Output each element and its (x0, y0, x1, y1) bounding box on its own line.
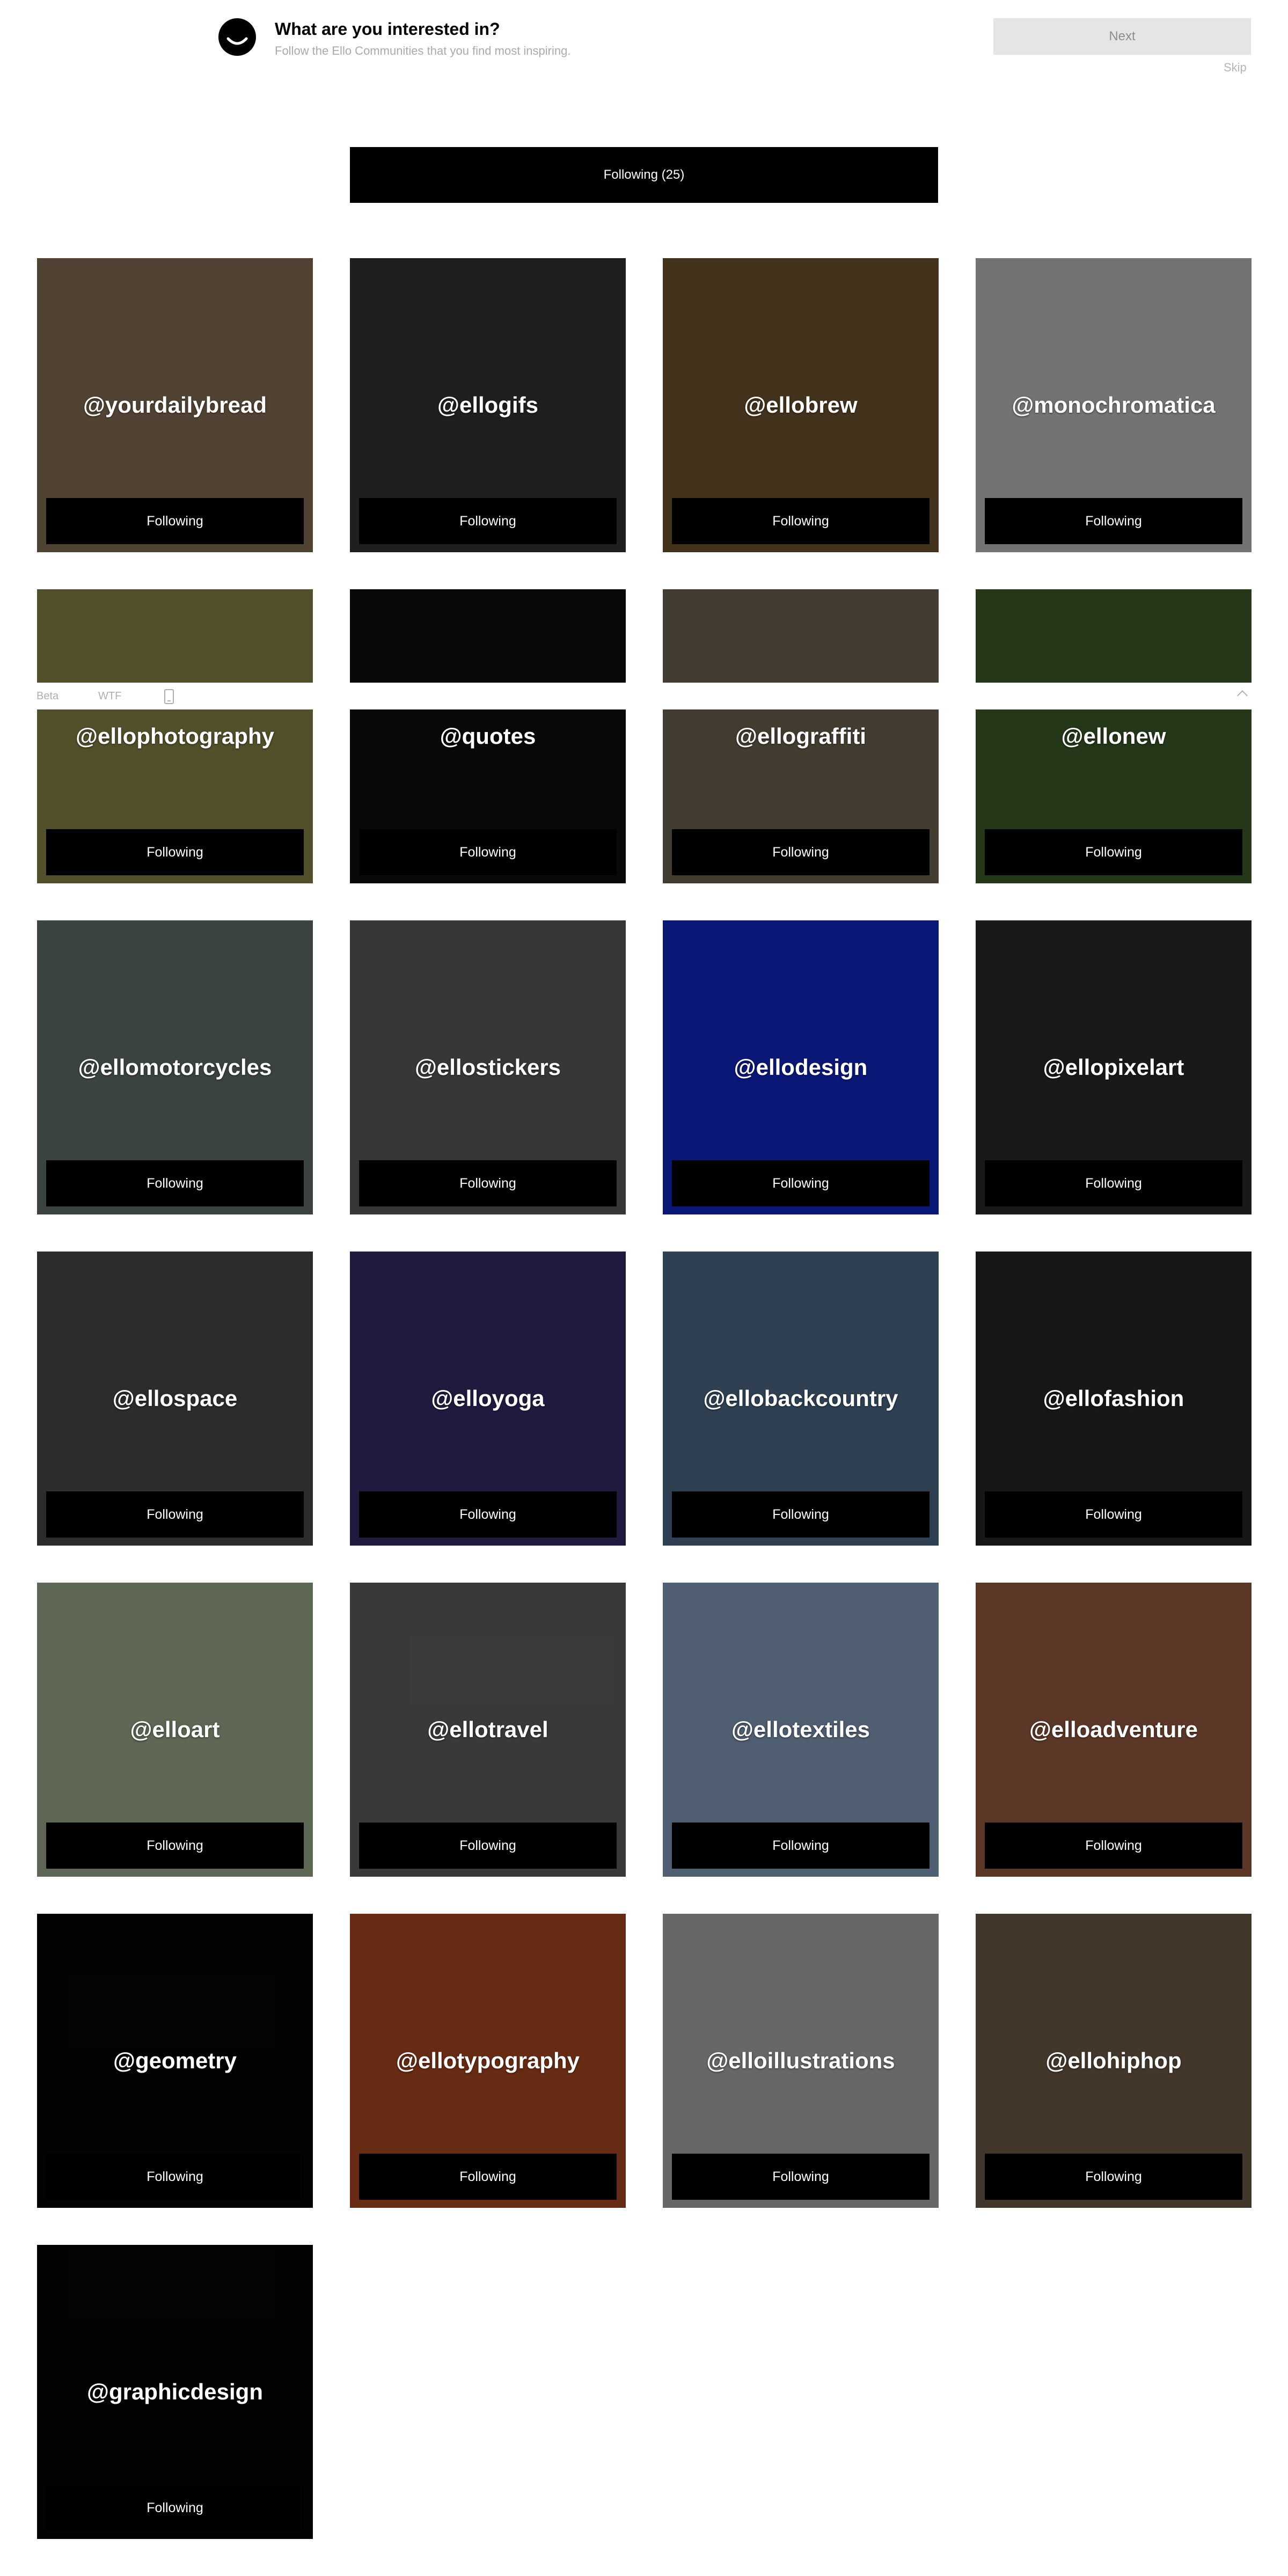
following-button[interactable]: Following (359, 1491, 617, 1538)
community-card[interactable]: @geometry Following (37, 1914, 313, 2208)
community-card[interactable]: @elloyoga Following (350, 1252, 626, 1546)
community-card[interactable]: @yourdailybread Following (37, 258, 313, 552)
community-name[interactable]: @ellotypography (350, 2048, 626, 2074)
community-card[interactable]: @elloillustrations Following (663, 1914, 939, 2208)
community-name[interactable]: @ellograffiti (663, 723, 939, 749)
community-card[interactable]: @ellogifs Following (350, 258, 626, 552)
wtf-link[interactable]: WTF (98, 690, 121, 702)
community-card[interactable]: @ellotextiles Following (663, 1583, 939, 1877)
community-card[interactable]: @elloart Following (37, 1583, 313, 1877)
community-name[interactable]: @elloillustrations (663, 2048, 939, 2074)
community-card[interactable]: @ellostickers Following (350, 920, 626, 1214)
community-name[interactable]: @ellotextiles (663, 1717, 939, 1743)
following-button[interactable]: Following (46, 829, 304, 875)
following-button[interactable]: Following (985, 498, 1242, 544)
community-card[interactable]: @ellobackcountry Following (663, 1252, 939, 1546)
community-name[interactable]: @ellomotorcycles (37, 1055, 313, 1080)
community-card[interactable]: @ellobrew Following (663, 258, 939, 552)
community-card[interactable]: @ellopixelart Following (976, 920, 1252, 1214)
following-button[interactable]: Following (985, 1823, 1242, 1869)
following-button[interactable]: Following (359, 829, 617, 875)
community-name[interactable]: @ellophotography (37, 723, 313, 749)
community-card[interactable]: @ellotypography Following (350, 1914, 626, 2208)
community-name[interactable]: @elloyoga (350, 1386, 626, 1411)
following-button[interactable]: Following (672, 1823, 930, 1869)
following-button[interactable]: Following (985, 1160, 1242, 1206)
community-name[interactable]: @ellospace (37, 1386, 313, 1411)
following-button[interactable]: Following (359, 2154, 617, 2200)
beta-toolbar: Beta WTF (0, 683, 1288, 709)
following-button[interactable]: Following (359, 498, 617, 544)
following-button[interactable]: Following (985, 2154, 1242, 2200)
community-card[interactable]: @ellodesign Following (663, 920, 939, 1214)
following-button[interactable]: Following (672, 2154, 930, 2200)
community-name[interactable]: @ellobrew (663, 392, 939, 418)
community-name[interactable]: @ellopixelart (976, 1055, 1252, 1080)
chevron-up-icon[interactable] (1237, 690, 1248, 701)
following-button[interactable]: Following (359, 1823, 617, 1869)
community-card[interactable]: @monochromatica Following (976, 258, 1252, 552)
community-name[interactable]: @monochromatica (976, 392, 1252, 418)
community-name[interactable]: @ellodesign (663, 1055, 939, 1080)
community-card[interactable]: @ellohiphop Following (976, 1914, 1252, 2208)
community-card[interactable]: @elloadventure Following (976, 1583, 1252, 1877)
community-card[interactable]: @graphicdesign Following (37, 2245, 313, 2539)
community-card[interactable]: @ellospace Following (37, 1252, 313, 1546)
community-name[interactable]: @yourdailybread (37, 392, 313, 418)
following-button[interactable]: Following (359, 1160, 617, 1206)
community-name[interactable]: @ellobackcountry (663, 1386, 939, 1411)
following-button[interactable]: Following (46, 1823, 304, 1869)
following-button[interactable]: Following (46, 2485, 304, 2531)
following-button[interactable]: Following (672, 1491, 930, 1538)
community-card[interactable]: @quotes Following (350, 589, 626, 883)
following-button[interactable]: Following (46, 2154, 304, 2200)
beta-link[interactable]: Beta (36, 690, 58, 702)
following-button[interactable]: Following (46, 1491, 304, 1538)
following-button[interactable]: Following (672, 1160, 930, 1206)
community-name[interactable]: @ellotravel (350, 1717, 626, 1743)
following-button[interactable]: Following (985, 829, 1242, 875)
community-card[interactable]: @ellophotography Following (37, 589, 313, 883)
community-card[interactable]: @ellomotorcycles Following (37, 920, 313, 1214)
community-name[interactable]: @ellofashion (976, 1386, 1252, 1411)
community-card[interactable]: @ellofashion Following (976, 1252, 1252, 1546)
following-button[interactable]: Following (46, 498, 304, 544)
following-button[interactable]: Following (672, 498, 930, 544)
community-card[interactable]: @ellograffiti Following (663, 589, 939, 883)
following-button[interactable]: Following (985, 1491, 1242, 1538)
mobile-phone-icon[interactable] (164, 689, 174, 704)
community-name[interactable]: @elloart (37, 1717, 313, 1743)
community-name[interactable]: @ellonew (976, 723, 1252, 749)
community-name[interactable]: @ellohiphop (976, 2048, 1252, 2074)
community-card[interactable]: @ellonew Following (976, 589, 1252, 883)
community-name[interactable]: @elloadventure (976, 1717, 1252, 1743)
community-name[interactable]: @quotes (350, 723, 626, 749)
following-button[interactable]: Following (46, 1160, 304, 1206)
community-name[interactable]: @ellostickers (350, 1055, 626, 1080)
community-name[interactable]: @ellogifs (350, 392, 626, 418)
community-card[interactable]: @ellotravel Following (350, 1583, 626, 1877)
community-name[interactable]: @geometry (37, 2048, 313, 2074)
community-grid: @yourdailybread Following @ellogifs Followi… (0, 0, 1288, 2576)
following-button[interactable]: Following (672, 829, 930, 875)
community-name[interactable]: @graphicdesign (37, 2379, 313, 2405)
